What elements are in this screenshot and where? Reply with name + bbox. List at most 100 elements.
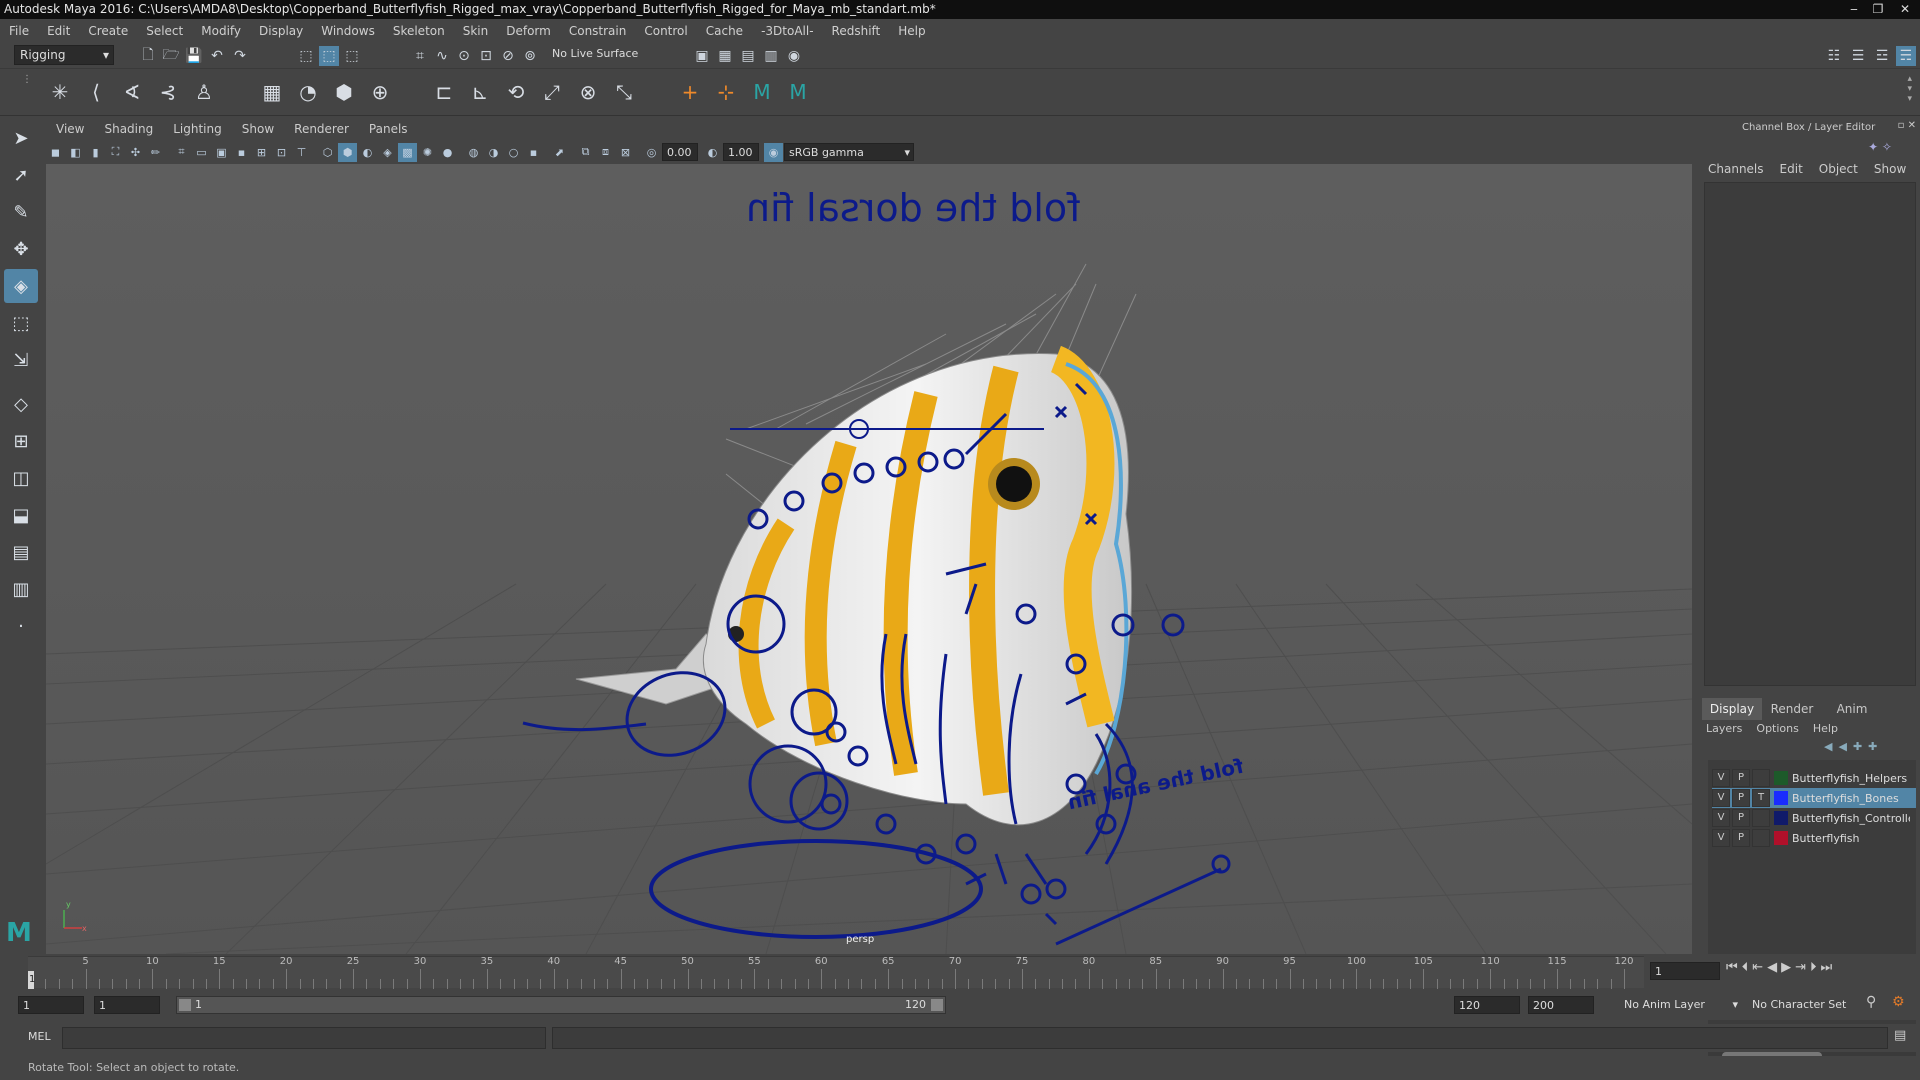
insert-joint-icon[interactable]: ⊰: [152, 76, 184, 108]
select-hierarchy-icon[interactable]: ⬚: [296, 46, 316, 66]
perspective-viewport[interactable]: fold the dorsal fin fold the anal fin pe…: [46, 164, 1692, 954]
attribute-editor-icon[interactable]: ☰: [1848, 46, 1868, 66]
modeling-toolkit-icon[interactable]: ☷: [1824, 46, 1844, 66]
shadows-icon[interactable]: ●: [438, 143, 457, 162]
smooth-shade-icon[interactable]: ⬢: [338, 142, 357, 162]
select-object-icon[interactable]: ⬚: [319, 46, 339, 66]
move-layer-up-icon[interactable]: ◀: [1824, 740, 1832, 753]
paint-select-tool-icon[interactable]: ✎: [4, 195, 38, 229]
snap-grid-icon[interactable]: ⌗: [410, 46, 430, 66]
cb-menu-object[interactable]: Object: [1819, 162, 1858, 176]
cb-menu-show[interactable]: Show: [1874, 162, 1906, 176]
go-to-end-icon[interactable]: ⏭: [1821, 960, 1833, 975]
panel-menu-lighting[interactable]: Lighting: [163, 122, 232, 136]
time-slider[interactable]: 5 10 15 20 25 30 35 40 45 50 55 60 65 70 75 80 85 90 95 100…: [0, 954, 1920, 990]
snap-view-icon[interactable]: ⊡: [476, 46, 496, 66]
layer-color-swatch[interactable]: [1774, 791, 1788, 805]
layer-playback-toggle[interactable]: P: [1732, 769, 1750, 787]
menu-modify[interactable]: Modify: [192, 24, 250, 38]
new-scene-icon[interactable]: 🗋: [138, 46, 158, 66]
menu-windows[interactable]: Windows: [312, 24, 384, 38]
anti-aliasing-icon[interactable]: ○: [504, 143, 523, 162]
layer-row-controllers[interactable]: V P Butterflyfish_Controllers: [1712, 808, 1916, 828]
camera-attributes-icon[interactable]: ◧: [66, 143, 85, 162]
textured-icon[interactable]: ▩: [398, 142, 417, 162]
playback-end-field[interactable]: 120: [1454, 996, 1520, 1014]
channel-list[interactable]: [1704, 182, 1916, 686]
field-chart-icon[interactable]: ⊞: [252, 143, 271, 162]
ik-handle-icon[interactable]: ⟨: [80, 76, 112, 108]
menu-redshift[interactable]: Redshift: [823, 24, 890, 38]
layer-type-toggle[interactable]: [1752, 829, 1770, 847]
joint-tool-icon[interactable]: ✳: [44, 76, 76, 108]
wireframe-on-shaded-icon[interactable]: ◈: [378, 143, 397, 162]
menuset-dropdown[interactable]: Rigging ▾: [14, 45, 114, 65]
xray-joints-icon[interactable]: ⊠: [616, 143, 635, 162]
range-start-handle[interactable]: [179, 999, 191, 1011]
range-end-handle[interactable]: [931, 999, 943, 1011]
undo-icon[interactable]: ↶: [207, 46, 227, 66]
select-tool-icon[interactable]: ➤: [4, 121, 38, 155]
bookmark-icon[interactable]: ▮: [86, 143, 105, 162]
snap-point-icon[interactable]: ⊙: [454, 46, 474, 66]
pole-vector-icon[interactable]: ⤡: [608, 76, 640, 108]
layer-playback-toggle[interactable]: P: [1732, 809, 1750, 827]
menu-select[interactable]: Select: [137, 24, 192, 38]
open-scene-icon[interactable]: 🗁: [161, 46, 181, 66]
rotate-tool-icon[interactable]: ◈: [4, 269, 38, 303]
command-input[interactable]: [62, 1027, 546, 1049]
layer-color-swatch[interactable]: [1774, 831, 1788, 845]
animation-preferences-icon[interactable]: ⚙: [1892, 994, 1905, 1010]
cmd-language-label[interactable]: MEL: [28, 1030, 51, 1043]
motion-blur-icon[interactable]: ◑: [484, 143, 503, 162]
layer-playback-toggle[interactable]: P: [1732, 789, 1750, 807]
cluster-icon[interactable]: ◔: [292, 76, 324, 108]
gate-mask-icon[interactable]: ▪: [232, 143, 251, 162]
snap-curve-icon[interactable]: ∿: [432, 46, 452, 66]
play-backwards-icon[interactable]: ◀: [1767, 960, 1777, 975]
layer-row-helpers[interactable]: V P Butterflyfish_Helpers: [1712, 768, 1916, 788]
layer-menu-help[interactable]: Help: [1813, 722, 1838, 735]
grease-pencil-icon[interactable]: ✏: [146, 143, 165, 162]
scale-constraint-icon[interactable]: ⤢: [536, 76, 568, 108]
lattice-icon[interactable]: ▦: [256, 76, 288, 108]
ik-spline-icon[interactable]: ∢: [116, 76, 148, 108]
tool-settings-icon[interactable]: ☲: [1872, 46, 1892, 66]
shelf-handle-icon[interactable]: ⋮: [22, 74, 32, 85]
exposure-field[interactable]: 0.00: [662, 143, 698, 161]
character-set-dropdown[interactable]: No Character Set: [1752, 996, 1864, 1014]
save-scene-icon[interactable]: 💾: [184, 46, 204, 66]
select-component-icon[interactable]: ⬚: [342, 46, 362, 66]
panel-menu-renderer[interactable]: Renderer: [284, 122, 359, 136]
maya-logo-shelf-icon[interactable]: M: [746, 76, 778, 108]
layer-row-butterflyfish[interactable]: V P Butterflyfish: [1712, 828, 1916, 848]
snap-surface-icon[interactable]: ⊘: [498, 46, 518, 66]
new-empty-layer-icon[interactable]: ✚: [1853, 740, 1862, 753]
animation-start-field[interactable]: 1: [18, 996, 84, 1014]
move-layer-down-icon[interactable]: ◀: [1838, 740, 1846, 753]
minimize-button[interactable]: ‒: [1842, 0, 1866, 19]
layer-type-toggle[interactable]: [1752, 809, 1770, 827]
step-back-key-icon[interactable]: ⇤: [1752, 960, 1763, 975]
tab-render[interactable]: Render: [1762, 698, 1822, 720]
use-default-material-icon[interactable]: ◐: [358, 143, 377, 162]
render-frame-icon[interactable]: ▦: [715, 46, 735, 66]
layer-row-bones[interactable]: V P T Butterflyfish_Bones: [1712, 788, 1916, 808]
animation-end-field[interactable]: 200: [1528, 996, 1594, 1014]
humanik-icon[interactable]: ♙: [188, 76, 220, 108]
layer-type-toggle[interactable]: [1752, 769, 1770, 787]
menu-control[interactable]: Control: [635, 24, 696, 38]
maya-logo-shelf-icon-2[interactable]: M: [782, 76, 814, 108]
menu-display[interactable]: Display: [250, 24, 312, 38]
menu-deform[interactable]: Deform: [497, 24, 560, 38]
layer-color-swatch[interactable]: [1774, 771, 1788, 785]
exposure-icon[interactable]: ◎: [642, 143, 661, 162]
layer-name[interactable]: Butterflyfish_Controllers: [1792, 812, 1910, 825]
locator-icon[interactable]: +: [674, 76, 706, 108]
layer-visibility-toggle[interactable]: V: [1712, 809, 1730, 827]
step-back-frame-icon[interactable]: ⏴: [1742, 960, 1749, 975]
menu-cache[interactable]: Cache: [697, 24, 752, 38]
layout-misc-icon[interactable]: ·: [4, 609, 38, 643]
wireframe-icon[interactable]: ⬡: [318, 143, 337, 162]
playback-start-field[interactable]: 1: [94, 996, 160, 1014]
